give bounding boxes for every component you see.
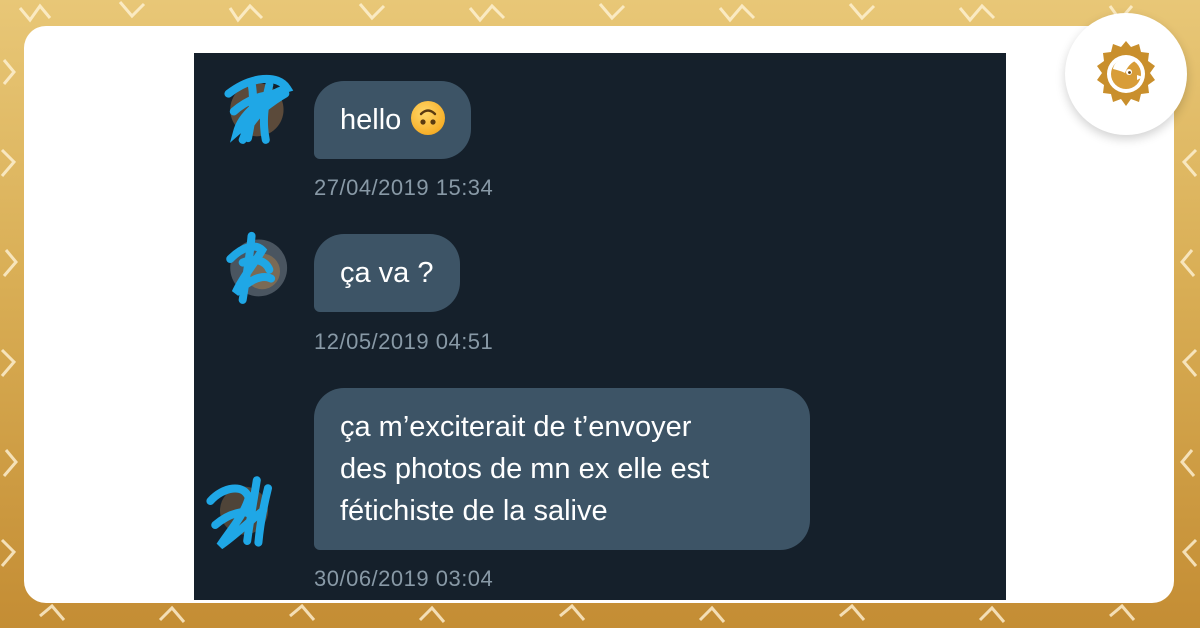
scribbled-avatar-icon (226, 231, 288, 304)
upside-down-face-emoji-icon (411, 101, 446, 135)
message-bubble: hello (314, 81, 472, 159)
message-bubble: ça m’exciterait de t’envoyer des photos … (314, 388, 810, 550)
message-text-line: ça m’exciterait de t’envoyer (340, 411, 692, 443)
message-text: ça va ? (340, 257, 434, 289)
scribbled-avatar-icon (224, 74, 294, 144)
chat-screenshot: hello 27/04/2019 15:34 ça va ? 12/05/201… (194, 53, 1006, 600)
bird-head-gear-icon (1097, 41, 1155, 106)
message-timestamp: 27/04/2019 15:34 (314, 175, 494, 200)
message-text-line: des photos de mn ex elle est (340, 453, 710, 485)
scribbled-avatar-icon (206, 476, 272, 549)
message-timestamp: 12/05/2019 04:51 (314, 329, 494, 354)
message-timestamp: 30/06/2019 03:04 (314, 566, 494, 591)
message-text: hello (340, 104, 402, 136)
brand-logo-badge (1065, 13, 1187, 135)
message-bubble: ça va ? (314, 234, 460, 312)
message-text-line: fétichiste de la salive (340, 495, 608, 527)
